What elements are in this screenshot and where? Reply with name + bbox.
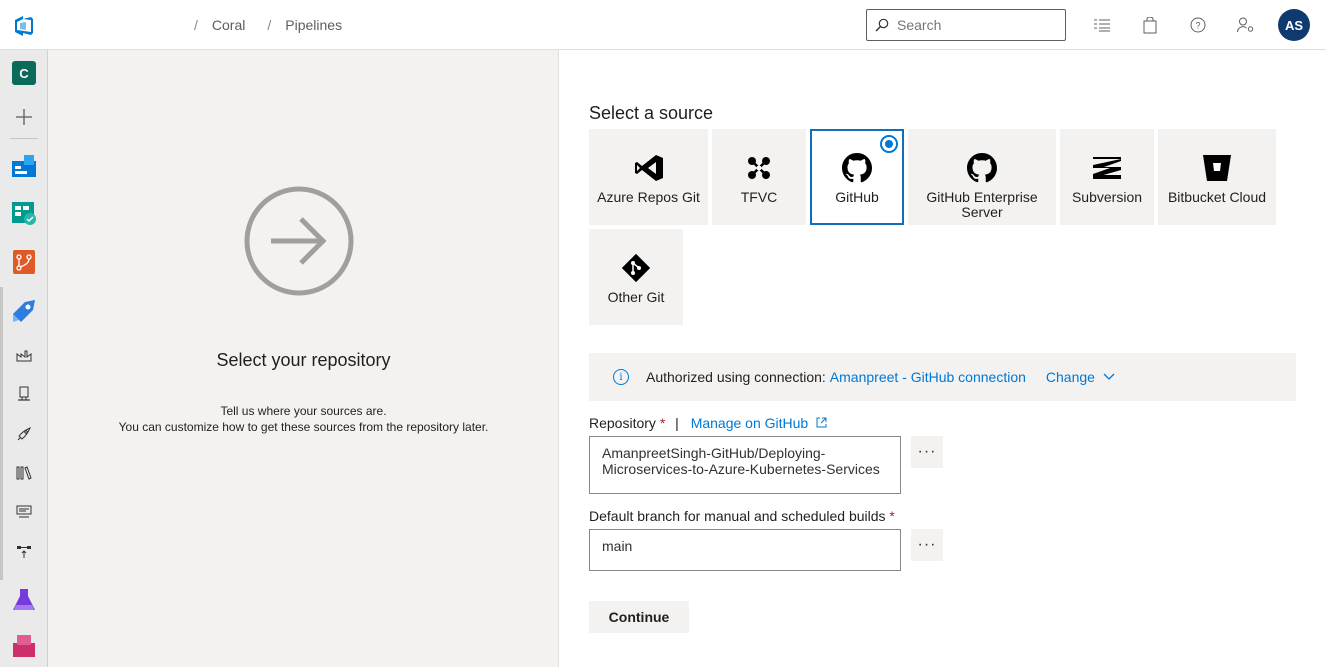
visual-studio-icon xyxy=(633,152,665,184)
branch-field[interactable]: main xyxy=(589,529,901,571)
change-connection-button[interactable]: Change xyxy=(1046,369,1115,385)
left-nav: C xyxy=(0,50,48,667)
boards-icon[interactable] xyxy=(0,193,48,233)
panel-description-line-2: You can customize how to get these sourc… xyxy=(118,420,489,434)
source-option-other-git[interactable]: Other Git xyxy=(589,229,683,325)
required-mark: * xyxy=(659,415,666,431)
test-plans-icon[interactable] xyxy=(0,580,48,620)
source-option-github[interactable]: GitHub xyxy=(810,129,904,225)
source-option-subversion[interactable]: Subversion xyxy=(1060,129,1154,225)
github-icon xyxy=(841,152,873,184)
branch-more-button[interactable]: ··· xyxy=(911,529,943,561)
connection-prefix: Authorized using connection: xyxy=(646,369,826,385)
source-option-label: Azure Repos Git xyxy=(597,189,700,205)
source-option-label: GitHub xyxy=(835,189,879,205)
selected-radio-indicator xyxy=(880,135,898,153)
search-icon xyxy=(875,18,889,32)
source-option-azure-repos-git[interactable]: Azure Repos Git xyxy=(589,129,708,225)
source-option-label: GitHub Enterprise Server xyxy=(926,189,1038,220)
source-option-bitbucket-cloud[interactable]: Bitbucket Cloud xyxy=(1158,129,1276,225)
panel-title: Select your repository xyxy=(216,350,391,370)
repository-label-text: Repository xyxy=(589,415,656,431)
repository-more-button[interactable]: ··· xyxy=(911,436,943,468)
source-option-tfvc[interactable]: TFVC xyxy=(712,129,806,225)
breadcrumb: / Coral / Pipelines xyxy=(194,17,343,33)
project-avatar[interactable]: C xyxy=(0,53,48,93)
breadcrumb-pipelines[interactable]: Pipelines xyxy=(285,17,342,33)
new-plus-icon[interactable] xyxy=(0,97,48,137)
svg-text:?: ? xyxy=(1195,21,1200,31)
panel-description: Tell us where your sources are. You can … xyxy=(48,403,559,435)
user-settings-icon[interactable] xyxy=(1236,15,1256,35)
help-icon[interactable]: ? xyxy=(1188,15,1208,35)
marketplace-bag-icon[interactable] xyxy=(1140,15,1160,35)
branch-label: Default branch for manual and scheduled … xyxy=(589,508,895,524)
change-label: Change xyxy=(1045,369,1095,385)
source-option-label: TFVC xyxy=(740,189,778,205)
breadcrumb-project[interactable]: Coral xyxy=(212,17,245,33)
azure-devops-logo-icon[interactable] xyxy=(12,14,36,38)
project-initial: C xyxy=(12,61,36,85)
source-option-label: Bitbucket Cloud xyxy=(1167,189,1267,205)
source-option-label: Subversion xyxy=(1071,189,1143,205)
github-enterprise-icon xyxy=(966,152,998,184)
nav-divider xyxy=(10,138,38,139)
artifacts-icon[interactable] xyxy=(0,625,48,665)
manage-link-text: Manage on GitHub xyxy=(690,415,809,431)
chevron-down-icon xyxy=(1103,373,1115,380)
continue-button[interactable]: Continue xyxy=(589,601,689,633)
repository-intro-panel: Select your repository Tell us where you… xyxy=(48,50,559,667)
source-option-github-enterprise-server[interactable]: GitHub Enterprise Server xyxy=(908,129,1056,225)
pipelines-sub-icon[interactable] xyxy=(0,337,48,373)
repository-field[interactable]: AmanpreetSingh-GitHub/Deploying-Microser… xyxy=(589,436,901,494)
work-items-list-icon[interactable] xyxy=(1092,15,1112,35)
connection-link[interactable]: Amanpreet - GitHub connection xyxy=(830,369,1026,385)
task-groups-icon[interactable] xyxy=(0,494,48,530)
select-source-title: Select a source xyxy=(589,103,714,123)
branch-label-text: Default branch for manual and scheduled … xyxy=(589,508,886,524)
library-icon[interactable] xyxy=(0,455,48,491)
external-link-icon xyxy=(816,417,827,428)
search-input[interactable] xyxy=(897,17,1057,33)
subversion-icon xyxy=(1091,152,1123,184)
search-box[interactable] xyxy=(866,9,1066,41)
deployment-groups-icon[interactable] xyxy=(0,534,48,570)
panel-description-line-1: Tell us where your sources are. xyxy=(220,404,387,418)
tfvc-icon xyxy=(743,152,775,184)
info-icon: i xyxy=(613,369,629,385)
environments-icon[interactable] xyxy=(0,376,48,412)
repos-icon[interactable] xyxy=(0,242,48,282)
connection-info-bar: i Authorized using connection: Amanpreet… xyxy=(589,353,1296,401)
pipelines-icon[interactable] xyxy=(0,290,48,330)
required-mark: * xyxy=(889,508,895,524)
source-option-label: Other Git xyxy=(607,289,665,305)
avatar[interactable]: AS xyxy=(1278,9,1310,41)
bitbucket-icon xyxy=(1201,152,1233,184)
repository-label: Repository * | Manage on GitHub xyxy=(589,415,827,431)
manage-on-github-link[interactable]: Manage on GitHub xyxy=(691,415,827,431)
overview-icon[interactable] xyxy=(0,146,48,186)
releases-rocket-icon[interactable] xyxy=(0,416,48,452)
arrow-right-circle-icon xyxy=(244,186,354,296)
git-icon xyxy=(620,252,652,284)
top-bar: / Coral / Pipelines ? AS xyxy=(0,0,1326,50)
